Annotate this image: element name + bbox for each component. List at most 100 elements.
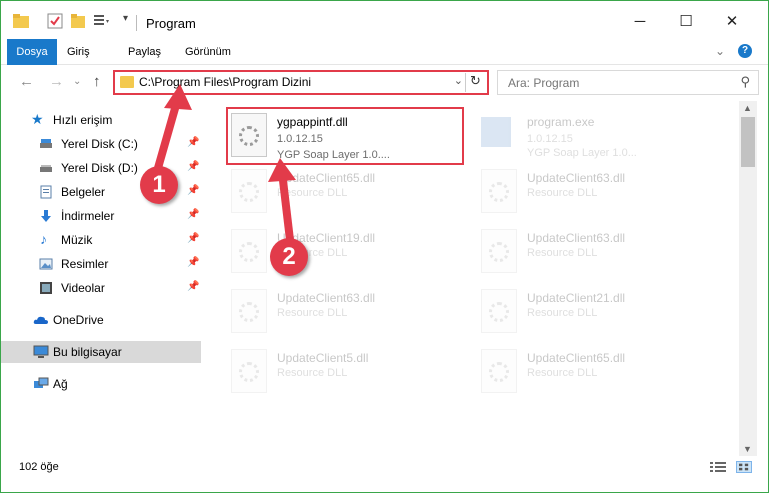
dll-file-icon [231,169,267,213]
close-button[interactable]: ✕ [717,9,747,33]
file-item[interactable]: UpdateClient63.dll Resource DLL [481,167,711,219]
sidebar-item-this-pc[interactable]: Bu bilgisayar [1,341,201,363]
tiles-view-icon[interactable] [736,461,752,473]
callout-marker-2: 2 [270,238,308,276]
search-box[interactable]: ⚲ [497,70,759,95]
gear-icon [489,302,509,322]
maximize-button[interactable]: ☐ [671,9,701,33]
pin-icon[interactable]: 📌 [187,257,199,268]
tab-file[interactable]: Dosya [7,39,57,65]
tab-view[interactable]: Görünüm [185,39,231,65]
file-description: Resource DLL [527,307,598,319]
search-input[interactable] [508,72,728,93]
title-bar: ▾ Program ─ ☐ ✕ [1,1,768,39]
sidebar-item-downloads[interactable]: İndirmeler 📌 [1,205,201,227]
sidebar-item-label: Hızlı erişim [53,113,113,127]
pin-icon[interactable]: 📌 [187,185,199,196]
sidebar-item-network[interactable]: Ağ [1,373,201,395]
item-count: 102 öğe [19,461,59,473]
file-item[interactable]: UpdateClient19.dll Resource DLL [231,227,461,279]
address-path[interactable]: C:\Program Files\Program Dizini [139,75,311,89]
dll-file-icon [481,169,517,213]
refresh-button[interactable]: ↻ [465,73,485,92]
folder-icon [120,76,134,88]
file-name: UpdateClient65.dll [277,171,376,185]
file-item[interactable]: UpdateClient65.dll Resource DLL [231,167,461,219]
callout-marker-1: 1 [140,166,178,204]
file-item[interactable]: UpdateClient63.dll Resource DLL [481,227,711,279]
maximize-icon: ☐ [679,13,693,30]
file-name: UpdateClient5.dll [277,351,369,365]
dll-file-icon [481,229,517,273]
sidebar-item-pictures[interactable]: Resimler 📌 [1,253,201,275]
file-description: Resource DLL [527,187,598,199]
new-folder-icon[interactable] [71,13,87,29]
sidebar-item-label: Müzik [61,233,93,247]
file-name: UpdateClient63.dll [277,291,376,305]
navigation-bar: ← → ⌄ ↑ C:\Program Files\Program Dizini … [1,65,768,101]
recent-locations-icon[interactable]: ⌄ [73,76,81,87]
sidebar-item-videos[interactable]: Videolar 📌 [1,277,201,299]
customize-qa-icon[interactable] [93,13,111,29]
status-bar: 102 öğe [1,456,768,492]
file-item[interactable]: UpdateClient65.dll Resource DLL [481,347,711,399]
address-bar[interactable]: C:\Program Files\Program Dizini ⌄ ↻ [113,70,489,95]
file-name: UpdateClient21.dll [527,291,626,305]
document-icon [40,185,52,199]
sidebar-item-label: OneDrive [53,313,104,327]
scrollbar-thumb[interactable] [741,117,755,167]
sidebar-item-onedrive[interactable]: OneDrive [1,309,201,331]
pin-icon[interactable]: 📌 [187,281,199,292]
ribbon-expand-icon[interactable]: ⌄ [715,44,725,58]
properties-icon[interactable] [47,13,63,29]
scroll-down-icon[interactable]: ▼ [743,444,752,454]
sidebar-item-label: Ağ [53,377,68,391]
gear-icon [489,182,509,202]
sidebar-item-music[interactable]: ♪ Müzik 📌 [1,229,201,251]
pin-icon[interactable]: 📌 [187,209,199,220]
network-icon [34,377,49,388]
minimize-icon: ─ [634,12,646,30]
search-icon[interactable]: ⚲ [740,74,750,90]
file-description: Resource DLL [277,187,348,199]
pin-icon[interactable]: 📌 [187,161,199,172]
tab-share[interactable]: Paylaş [128,39,161,65]
minimize-button[interactable]: ─ [625,9,655,33]
file-name: UpdateClient65.dll [527,351,626,365]
scroll-up-icon[interactable]: ▲ [743,103,752,113]
folder-icon [13,14,29,28]
pictures-icon [39,258,53,270]
drive-icon [40,139,52,148]
sidebar-item-local-disk-c[interactable]: Yerel Disk (C:) 📌 [1,133,201,155]
pin-icon[interactable]: 📌 [187,233,199,244]
sidebar-item-label: İndirmeler [61,209,115,223]
forward-button[interactable]: → [49,73,64,90]
cloud-icon [33,316,48,324]
file-highlight-box [226,107,464,165]
qa-dropdown-icon[interactable]: ▾ [123,13,128,24]
details-view-icon[interactable] [710,461,726,473]
gear-icon [239,302,259,322]
sidebar-item-label: Videolar [61,281,105,295]
pin-icon[interactable]: 📌 [187,137,199,148]
gear-icon [239,182,259,202]
refresh-icon: ↻ [470,73,481,88]
dll-file-icon [231,289,267,333]
back-button[interactable]: ← [19,73,34,90]
file-description: Resource DLL [277,307,348,319]
help-icon[interactable]: ? [738,44,752,58]
file-item[interactable]: UpdateClient5.dll Resource DLL [231,347,461,399]
chevron-down-icon[interactable]: ⌄ [454,74,463,87]
up-button[interactable]: ↑ [93,73,101,90]
file-item[interactable]: UpdateClient21.dll Resource DLL [481,287,711,339]
gear-icon [239,362,259,382]
file-description: Resource DLL [527,367,598,379]
file-name: UpdateClient63.dll [527,231,626,245]
vertical-scrollbar[interactable]: ▲ ▼ [739,101,757,456]
file-item-program-exe[interactable]: program.exe 1.0.12.15 YGP Soap Layer 1.0… [481,111,711,163]
tab-home[interactable]: Giriş [67,39,90,65]
file-item[interactable]: UpdateClient63.dll Resource DLL [231,287,461,339]
sidebar-item-quick-access[interactable]: ★ Hızlı erişim [11,109,211,131]
music-icon: ♪ [40,231,47,247]
computer-icon [33,345,49,358]
